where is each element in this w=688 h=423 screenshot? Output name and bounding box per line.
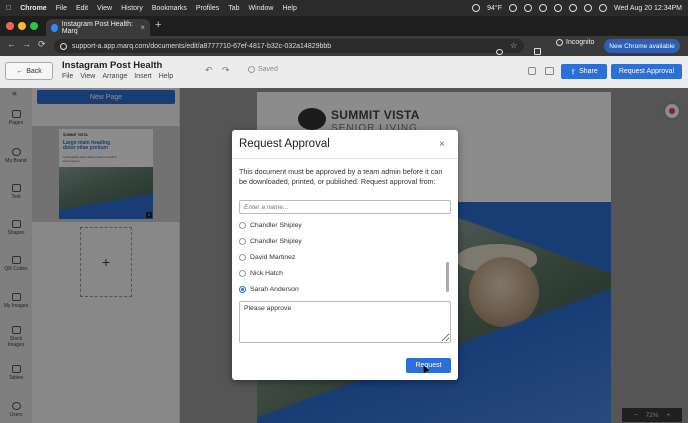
approver-search-input[interactable] xyxy=(239,200,451,214)
marq-favicon-icon xyxy=(51,23,58,32)
approver-option-selected[interactable]: Sarah Anderson xyxy=(239,283,439,296)
request-submit-button[interactable]: Request xyxy=(406,358,451,373)
approver-name: Nick Hatch xyxy=(250,270,283,277)
back-button[interactable]: ← Back xyxy=(5,62,53,80)
approval-note-textarea[interactable]: Please approve xyxy=(239,301,451,343)
menubar-window[interactable]: Window xyxy=(249,5,274,12)
undo-icon[interactable]: ↶ xyxy=(205,65,213,76)
menu-help[interactable]: Help xyxy=(159,73,173,80)
present-icon[interactable] xyxy=(545,67,554,75)
bookmark-star-icon[interactable]: ☆ xyxy=(510,41,517,50)
radio-button[interactable] xyxy=(239,222,246,229)
menu-arrange[interactable]: Arrange xyxy=(102,73,127,80)
dialog-divider xyxy=(232,158,458,159)
approver-option[interactable]: David Martinez xyxy=(239,251,439,264)
radio-button[interactable] xyxy=(239,270,246,277)
search-icon[interactable] xyxy=(584,4,593,12)
approver-list: Chandler Shipley Chandler Shipley David … xyxy=(239,218,449,298)
approver-name: Chandler Shipley xyxy=(250,222,302,229)
os-menubar:  Chrome File Edit View History Bookmark… xyxy=(0,0,688,16)
dialog-title: Request Approval xyxy=(239,138,330,150)
save-status: Saved xyxy=(248,66,278,73)
arrow-left-icon: ← xyxy=(16,67,24,75)
menubar-status-area: 94°F Wed Aug 20 12:34PM xyxy=(472,0,682,16)
new-chrome-available-button[interactable]: New Chrome available xyxy=(604,39,680,53)
browser-tab[interactable]: Instagram Post Health: Marq × xyxy=(46,19,150,36)
url-text: support-a.app.marq.com/documents/edit/a8… xyxy=(72,42,332,50)
tab-title: Instagram Post Health: Marq xyxy=(61,20,133,35)
close-window-icon[interactable] xyxy=(6,22,14,30)
approver-name: Sarah Anderson xyxy=(250,286,299,293)
approver-option[interactable]: Chandler Shipley xyxy=(239,235,439,248)
tab-strip: Instagram Post Health: Marq × + xyxy=(0,16,688,36)
menu-file[interactable]: File xyxy=(62,73,73,80)
menubar-history[interactable]: History xyxy=(121,5,143,12)
address-toolbar: ← → ⟳ support-a.app.marq.com/documents/e… xyxy=(0,36,688,56)
menu-insert[interactable]: Insert xyxy=(134,73,152,80)
dialog-message: This document must be approved by a team… xyxy=(239,167,443,186)
approver-option[interactable]: Chandler Shipley xyxy=(239,219,439,232)
menubar-edit[interactable]: Edit xyxy=(76,5,88,12)
apple-icon[interactable]:  xyxy=(6,5,11,12)
lock-icon[interactable] xyxy=(528,67,536,75)
approver-option[interactable]: Nick Hatch xyxy=(239,267,439,280)
battery-icon[interactable] xyxy=(554,4,563,12)
menubar-tab[interactable]: Tab xyxy=(228,5,239,12)
wifi-icon[interactable] xyxy=(569,4,578,12)
share-icon: ⇪ xyxy=(570,68,577,76)
request-approval-dialog: Request Approval × This document must be… xyxy=(232,130,458,380)
menubar-app[interactable]: Chrome xyxy=(20,5,46,12)
headphones-icon[interactable] xyxy=(509,4,518,12)
editor-header: ← Back Instagram Post Health File View A… xyxy=(0,56,688,88)
new-tab-button[interactable]: + xyxy=(155,19,161,31)
back-nav-icon[interactable]: ← xyxy=(7,39,16,49)
saved-label: Saved xyxy=(258,66,278,73)
menubar-file[interactable]: File xyxy=(56,5,67,12)
dialog-close-icon[interactable]: × xyxy=(439,139,445,150)
control-center-icon[interactable] xyxy=(599,4,608,12)
radio-button-checked[interactable] xyxy=(239,286,246,293)
back-label: Back xyxy=(26,67,42,75)
screen:  Chrome File Edit View History Bookmark… xyxy=(0,0,688,423)
incognito-label: Incognito xyxy=(566,39,595,46)
incognito-indicator[interactable]: Incognito xyxy=(556,39,594,46)
reload-icon[interactable]: ⟳ xyxy=(38,39,46,50)
site-info-icon[interactable] xyxy=(60,42,67,50)
editor-menu: File View Arrange Insert Help xyxy=(62,73,173,80)
approver-list-scrollbar[interactable] xyxy=(446,262,449,292)
zoom-window-icon[interactable] xyxy=(30,22,38,30)
approver-name: David Martinez xyxy=(250,254,296,261)
clock-text[interactable]: Wed Aug 20 12:34PM xyxy=(614,5,682,12)
share-button[interactable]: ⇪ Share xyxy=(561,64,607,79)
play-icon[interactable] xyxy=(524,4,533,12)
menu-view[interactable]: View xyxy=(80,73,95,80)
menubar-bookmarks[interactable]: Bookmarks xyxy=(152,5,187,12)
forward-nav-icon[interactable]: → xyxy=(22,39,31,49)
menubar-view[interactable]: View xyxy=(97,5,112,12)
radio-button[interactable] xyxy=(239,238,246,245)
share-label: Share xyxy=(579,68,598,75)
radio-button[interactable] xyxy=(239,254,246,261)
url-bar[interactable]: support-a.app.marq.com/documents/edit/a8… xyxy=(54,39,524,53)
incognito-icon xyxy=(556,39,563,46)
minimize-window-icon[interactable] xyxy=(18,22,26,30)
weather-text[interactable]: 94°F xyxy=(487,5,502,12)
bluetooth-icon[interactable] xyxy=(539,4,548,12)
redo-icon[interactable]: ↷ xyxy=(222,65,230,76)
document-title[interactable]: Instagram Post Health xyxy=(62,60,162,71)
menubar-help[interactable]: Help xyxy=(282,5,296,12)
menubar-profiles[interactable]: Profiles xyxy=(196,5,219,12)
record-icon[interactable] xyxy=(472,4,481,12)
approver-name: Chandler Shipley xyxy=(250,238,302,245)
tab-close-icon[interactable]: × xyxy=(140,23,145,32)
saved-clock-icon xyxy=(248,66,255,73)
request-approval-button[interactable]: Request Approval xyxy=(611,64,682,79)
